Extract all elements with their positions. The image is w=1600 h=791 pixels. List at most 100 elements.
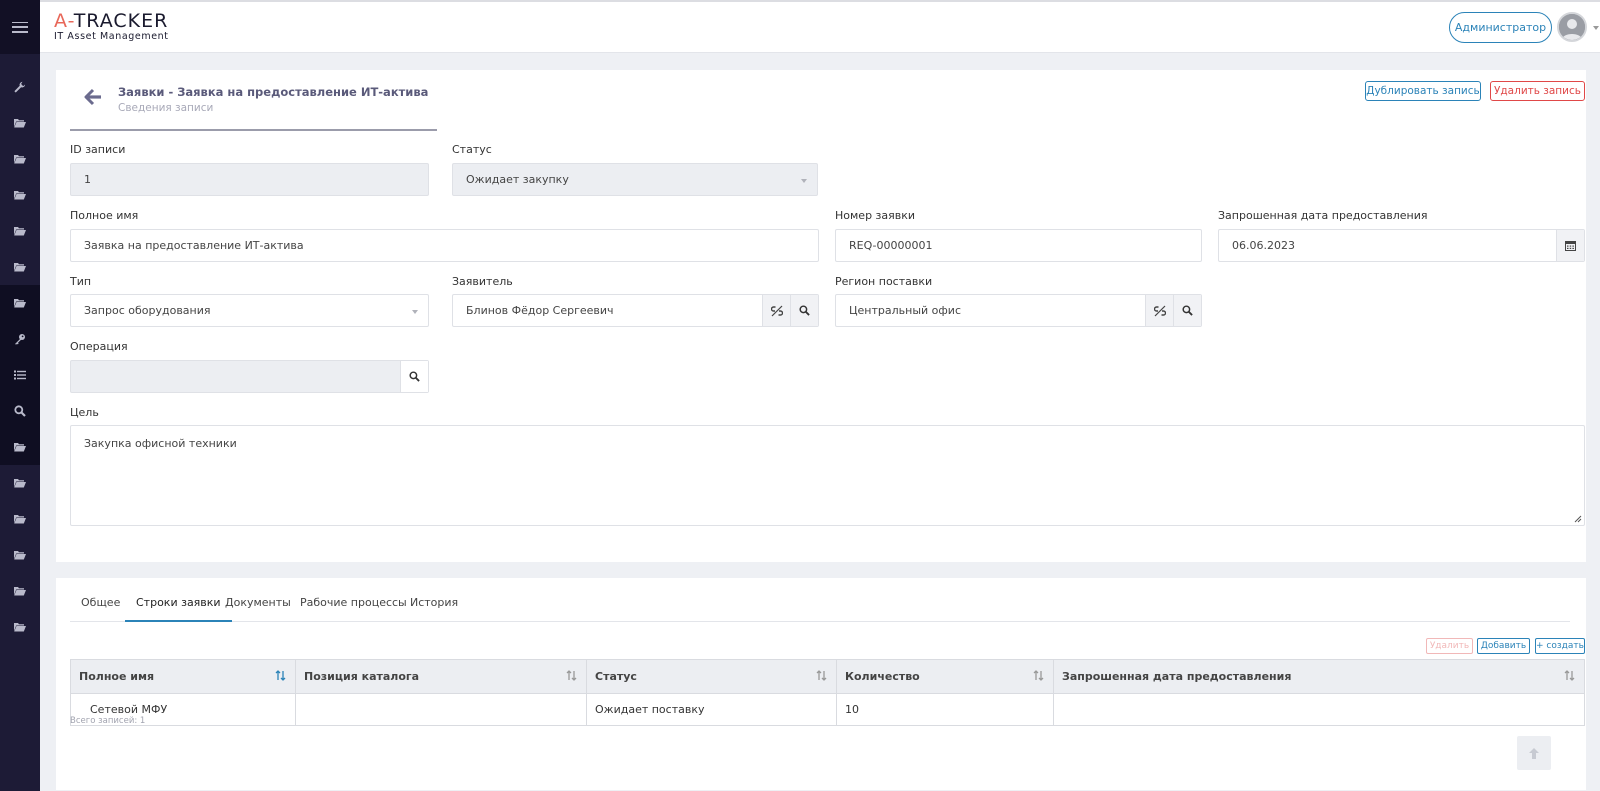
- chevron-down-icon[interactable]: [1593, 26, 1599, 30]
- delete-line-button[interactable]: Удалить: [1426, 638, 1473, 654]
- sort-icon[interactable]: [816, 670, 827, 681]
- sidebar-item-folder-7[interactable]: [0, 429, 40, 465]
- column-header-quantity[interactable]: Количество: [837, 660, 1054, 693]
- region-input[interactable]: Центральный офис: [835, 294, 1202, 327]
- logo-prefix: A-: [54, 10, 74, 32]
- sidebar-item-folder-10[interactable]: [0, 537, 40, 573]
- user-menu-button[interactable]: Администратор: [1449, 12, 1552, 43]
- status-value: Ожидает закупку: [466, 173, 569, 186]
- column-header-status[interactable]: Статус: [587, 660, 837, 693]
- reqdate-input[interactable]: 06.06.2023: [1218, 229, 1585, 262]
- sidebar-item-list[interactable]: [0, 357, 40, 393]
- region-link-button[interactable]: [1145, 295, 1173, 326]
- folder-icon: [14, 515, 26, 524]
- sort-icon[interactable]: [275, 670, 286, 681]
- reqnum-label: Номер заявки: [835, 209, 916, 222]
- purpose-label: Цель: [70, 406, 99, 419]
- sidebar-item-folder-5[interactable]: [0, 249, 40, 285]
- unlink-icon: [770, 305, 783, 316]
- create-line-button[interactable]: + создать: [1535, 638, 1585, 654]
- reqnum-input[interactable]: REQ-00000001: [835, 229, 1202, 262]
- folder-icon: [14, 551, 26, 560]
- resize-handle-icon[interactable]: [1573, 514, 1582, 523]
- table-header: Полное имя Позиция каталога Статус Колич…: [71, 660, 1584, 694]
- logo-subtitle: IT Asset Management: [54, 31, 169, 42]
- requester-value: Блинов Фёдор Сергеевич: [466, 304, 614, 317]
- sidebar-item-search[interactable]: [0, 393, 40, 429]
- reqdate-value: 06.06.2023: [1232, 239, 1295, 252]
- tabs-bar: Общее Строки заявки Документы Рабочие пр…: [70, 578, 1570, 622]
- operation-search-button[interactable]: [400, 361, 428, 392]
- calendar-button[interactable]: [1556, 230, 1584, 261]
- folder-icon: [14, 623, 26, 632]
- search-icon: [1182, 305, 1193, 316]
- logo-main: TRACKER: [73, 10, 169, 32]
- sidebar-item-folder-1[interactable]: [0, 105, 40, 141]
- operation-label: Операция: [70, 340, 128, 353]
- hamburger-icon: [12, 21, 28, 33]
- sidebar-item-folder-8[interactable]: [0, 465, 40, 501]
- requester-link-button[interactable]: [762, 295, 790, 326]
- sidebar-nav: [0, 69, 40, 645]
- logo-title: A-TRACKER: [54, 11, 169, 31]
- column-header-reqdate[interactable]: Запрошенная дата предоставления: [1054, 660, 1584, 693]
- column-title: Полное имя: [79, 670, 155, 683]
- menu-toggle-button[interactable]: [0, 0, 40, 54]
- sidebar-item-folder-11[interactable]: [0, 573, 40, 609]
- sort-icon[interactable]: [1033, 670, 1044, 681]
- requester-input[interactable]: Блинов Фёдор Сергеевич: [452, 294, 819, 327]
- id-field[interactable]: 1: [70, 163, 429, 196]
- table-row[interactable]: Сетевой МФУ Ожидает поставку 10: [71, 694, 1584, 725]
- sidebar-item-folder-12[interactable]: [0, 609, 40, 645]
- scroll-to-top-button[interactable]: [1517, 736, 1551, 770]
- sort-icon[interactable]: [566, 670, 577, 681]
- region-value: Центральный офис: [849, 304, 961, 317]
- folder-icon: [14, 119, 26, 128]
- sidebar-item-settings[interactable]: [0, 69, 40, 105]
- folder-icon: [14, 191, 26, 200]
- sidebar-item-folder-3[interactable]: [0, 177, 40, 213]
- sidebar-item-keys[interactable]: [0, 321, 40, 357]
- page-subtitle: Сведения записи: [118, 102, 214, 114]
- lines-card: Общее Строки заявки Документы Рабочие пр…: [56, 578, 1586, 790]
- sidebar-item-folder-2[interactable]: [0, 141, 40, 177]
- requester-search-button[interactable]: [790, 295, 818, 326]
- fullname-value: Заявка на предоставление ИТ-актива: [84, 239, 304, 252]
- fullname-label: Полное имя: [70, 209, 139, 222]
- add-line-button[interactable]: Добавить: [1477, 638, 1530, 654]
- delete-record-button[interactable]: Удалить запись: [1490, 81, 1585, 101]
- tab-history[interactable]: История: [399, 595, 469, 622]
- table-cell: [296, 694, 587, 725]
- record-card: Заявки - Заявка на предоставление ИТ-акт…: [56, 70, 1586, 562]
- column-title: Статус: [595, 670, 637, 683]
- column-header-fullname[interactable]: Полное имя: [71, 660, 296, 693]
- column-title: Количество: [845, 670, 920, 683]
- sidebar-item-folder-4[interactable]: [0, 213, 40, 249]
- id-value: 1: [84, 173, 91, 186]
- sort-icon[interactable]: [1564, 670, 1575, 681]
- purpose-textarea[interactable]: Закупка офисной техники: [70, 425, 1585, 526]
- operation-input[interactable]: [70, 360, 429, 393]
- type-select[interactable]: Запрос оборудования: [70, 294, 429, 327]
- folder-icon: [14, 155, 26, 164]
- fullname-input[interactable]: Заявка на предоставление ИТ-актива: [70, 229, 819, 262]
- folder-icon: [14, 479, 26, 488]
- tab-general[interactable]: Общее: [70, 595, 131, 622]
- sidebar-item-folder-6[interactable]: [0, 285, 40, 321]
- user-avatar-icon: [1559, 14, 1585, 40]
- app-logo[interactable]: A-TRACKER IT Asset Management: [54, 11, 169, 42]
- avatar[interactable]: [1557, 12, 1587, 42]
- sidebar-item-folder-9[interactable]: [0, 501, 40, 537]
- status-select[interactable]: Ожидает закупку: [452, 163, 818, 196]
- region-label: Регион поставки: [835, 275, 933, 288]
- top-header: A-TRACKER IT Asset Management Администра…: [40, 0, 1600, 53]
- folder-icon: [14, 587, 26, 596]
- duplicate-record-button[interactable]: Дублировать запись: [1365, 81, 1481, 101]
- region-search-button[interactable]: [1173, 295, 1201, 326]
- column-header-catalog[interactable]: Позиция каталога: [296, 660, 587, 693]
- back-button[interactable]: [84, 88, 102, 109]
- list-icon: [14, 370, 26, 380]
- requester-label: Заявитель: [452, 275, 513, 288]
- search-icon: [14, 405, 26, 417]
- key-icon: [15, 334, 25, 345]
